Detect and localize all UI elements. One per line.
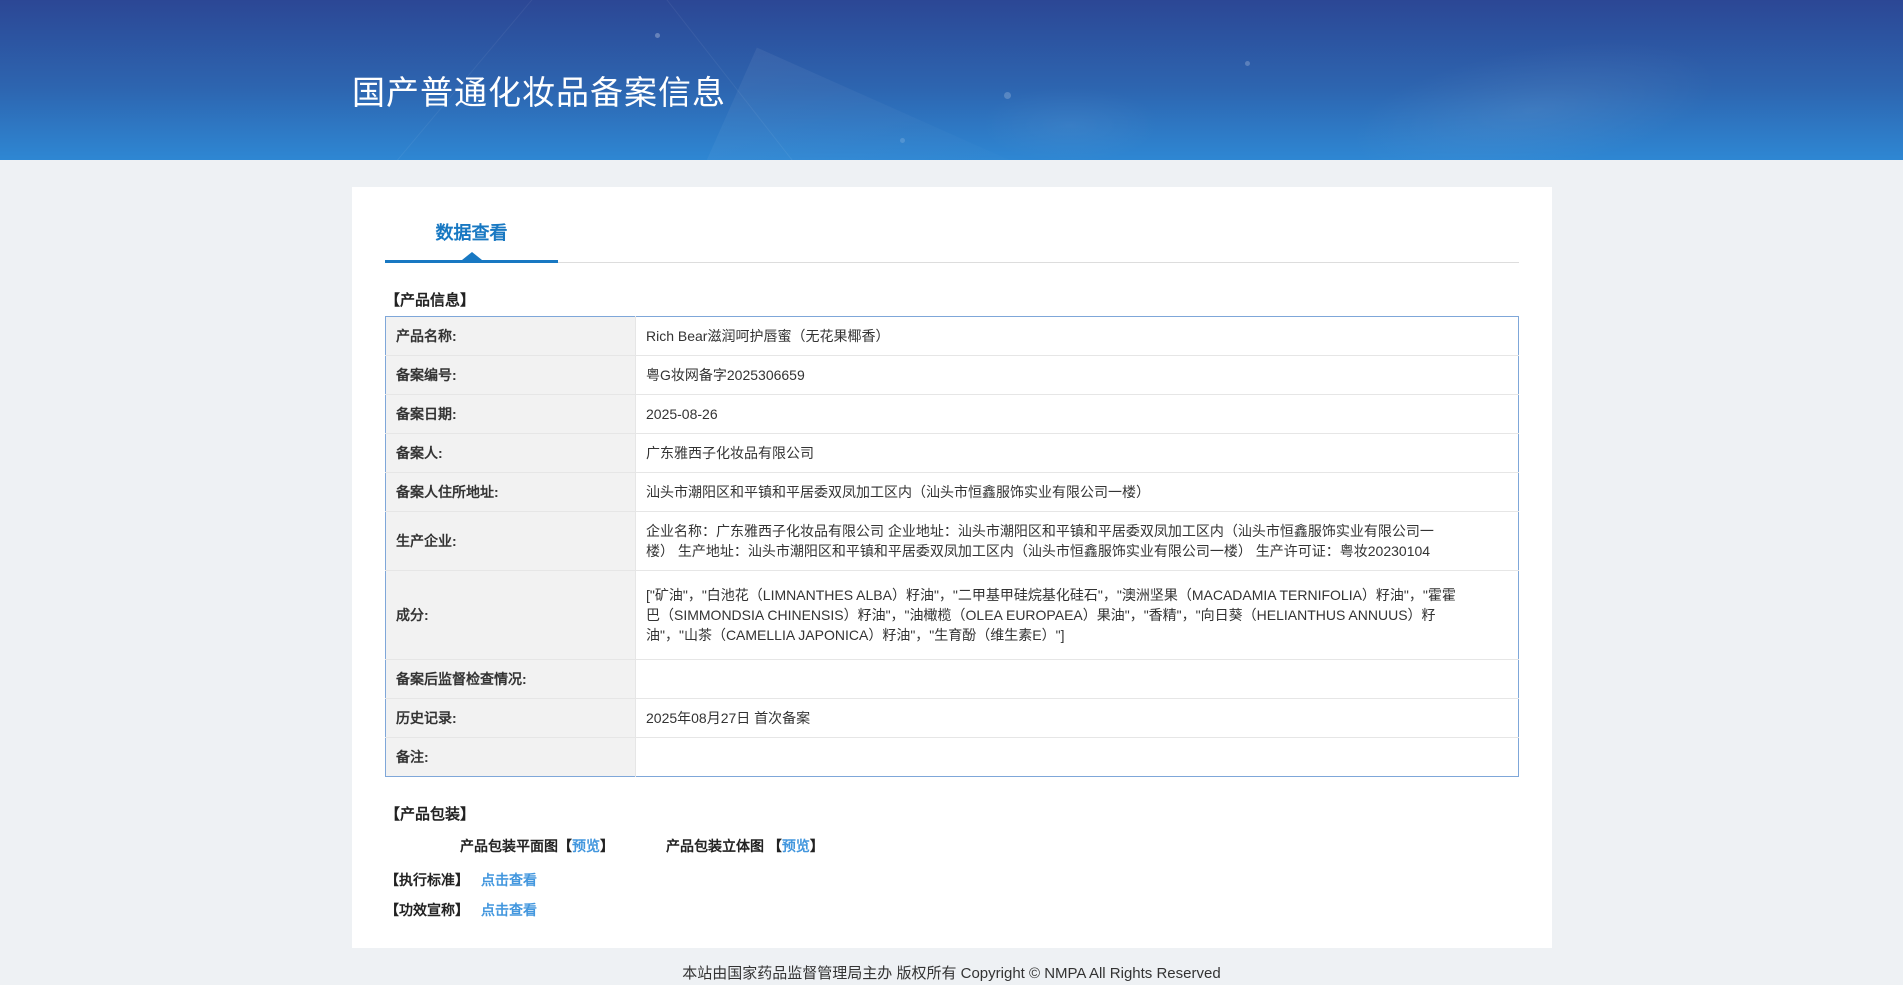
table-row-filing-date: 备案日期: 2025-08-26 (385, 394, 1519, 434)
row-value: ["矿油"，"白池花（LIMNANTHES ALBA）籽油"，"二甲基甲硅烷基化… (646, 587, 1456, 643)
packaging-stereo-label: 产品包装立体图 【 (666, 838, 782, 854)
table-row-registrant-address: 备案人住所地址: 汕头市潮阳区和平镇和平居委双凤加工区内（汕头市恒鑫服饰实业有限… (385, 472, 1519, 512)
row-label: 备案人住所地址: (385, 472, 636, 512)
row-value (636, 738, 1519, 777)
row-value: 企业名称：广东雅西子化妆品有限公司 企业地址：汕头市潮阳区和平镇和平居委双凤加工… (646, 523, 1434, 559)
row-value: 2025-08-26 (646, 406, 718, 422)
row-value: 粤G妆网备字2025306659 (646, 367, 805, 383)
row-value: Rich Bear滋润呵护唇蜜（无花果椰香） (646, 328, 890, 344)
page-banner: 国产普通化妆品备案信息 (0, 0, 1903, 160)
packaging-stereo-bracket: 】 (809, 838, 824, 854)
detail-card: 数据查看 【产品信息】 产品名称: Rich Bear滋润呵护唇蜜（无花果椰香）… (352, 187, 1552, 948)
row-label: 生产企业: (385, 511, 636, 571)
footer-text: 本站由国家药品监督管理局主办 版权所有 Copyright © NMPA All… (682, 965, 1221, 982)
packaging-row: 产品包装平面图【预览】 产品包装立体图 【预览】 (460, 836, 1519, 856)
efficacy-view-link[interactable]: 点击查看 (481, 902, 537, 918)
banner-dots-decoration (655, 33, 660, 38)
row-label: 备案日期: (385, 394, 636, 434)
row-label: 备案人: (385, 433, 636, 473)
standard-heading: 【执行标准】 (385, 872, 469, 888)
row-label: 备案后监督检查情况: (385, 659, 636, 699)
row-label: 历史记录: (385, 698, 636, 738)
packaging-flat-bracket: 】 (600, 838, 614, 854)
packaging-heading: 【产品包装】 (385, 806, 476, 823)
banner-glow-decoration-small (940, 70, 1200, 160)
table-row-history: 历史记录: 2025年08月27日 首次备案 (385, 698, 1519, 738)
row-label: 备注: (385, 737, 636, 777)
packaging-stereo-preview-link[interactable]: 预览 (782, 838, 810, 854)
row-value: 2025年08月27日 首次备案 (646, 710, 811, 726)
main-content: 数据查看 【产品信息】 产品名称: Rich Bear滋润呵护唇蜜（无花果椰香）… (0, 187, 1903, 983)
table-row-supervision: 备案后监督检查情况: (385, 659, 1519, 699)
efficacy-heading: 【功效宣称】 (385, 902, 469, 918)
page-title: 国产普通化妆品备案信息 (352, 74, 726, 111)
row-label: 成分: (385, 570, 636, 660)
page-footer: 本站由国家药品监督管理局主办 版权所有 Copyright © NMPA All… (0, 962, 1903, 983)
tab-data-view-label: 数据查看 (435, 223, 508, 243)
packaging-flat-label: 产品包装平面图【 (460, 838, 572, 854)
packaging-flat-preview-link[interactable]: 预览 (572, 838, 600, 854)
banner-glow-decoration (1262, 0, 1804, 160)
table-row-remarks: 备注: (385, 737, 1519, 777)
row-value: 汕头市潮阳区和平镇和平居委双凤加工区内（汕头市恒鑫服饰实业有限公司一楼） (646, 484, 1150, 500)
row-label: 产品名称: (385, 316, 636, 356)
efficacy-row: 【功效宣称】 点击查看 (385, 900, 1519, 920)
standard-view-link[interactable]: 点击查看 (481, 872, 537, 888)
table-row-product-name: 产品名称: Rich Bear滋润呵护唇蜜（无花果椰香） (385, 316, 1519, 356)
row-value: 广东雅西子化妆品有限公司 (646, 445, 814, 461)
standard-row: 【执行标准】 点击查看 (385, 870, 1519, 890)
product-info-heading: 【产品信息】 (385, 292, 476, 309)
tab-bar: 数据查看 (385, 187, 1519, 263)
table-row-ingredients: 成分: ["矿油"，"白池花（LIMNANTHES ALBA）籽油"，"二甲基甲… (385, 570, 1519, 660)
row-label: 备案编号: (385, 355, 636, 395)
table-row-manufacturer: 生产企业: 企业名称：广东雅西子化妆品有限公司 企业地址：汕头市潮阳区和平镇和平… (385, 511, 1519, 571)
table-row-registrant: 备案人: 广东雅西子化妆品有限公司 (385, 433, 1519, 473)
product-info-table: 产品名称: Rich Bear滋润呵护唇蜜（无花果椰香） 备案编号: 粤G妆网备… (385, 316, 1519, 777)
tab-data-view[interactable]: 数据查看 (385, 207, 558, 263)
row-value (636, 660, 1519, 699)
table-row-filing-number: 备案编号: 粤G妆网备字2025306659 (385, 355, 1519, 395)
